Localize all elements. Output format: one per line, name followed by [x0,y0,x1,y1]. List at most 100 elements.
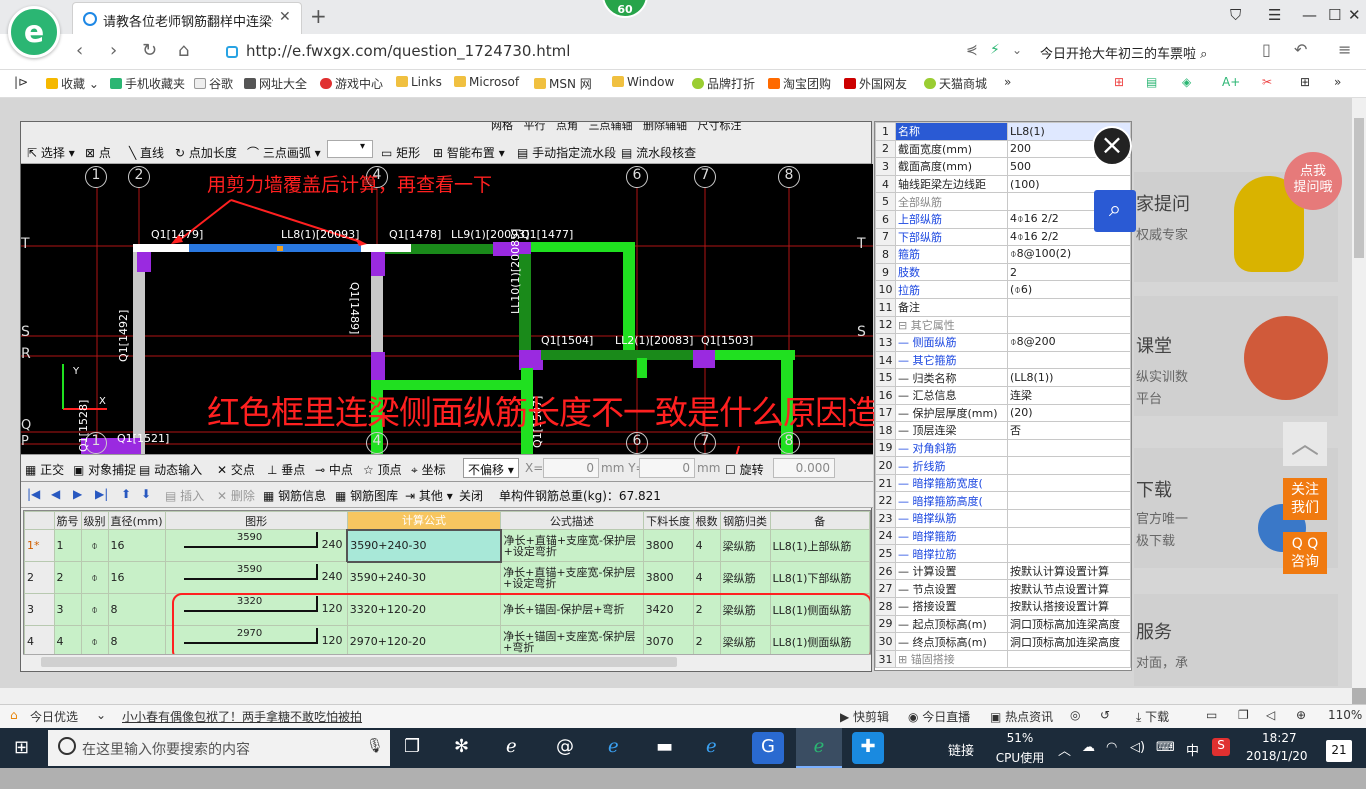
property-row[interactable]: 18— 顶层连梁否 [875,421,1131,440]
search-icon[interactable]: ⌕ [1200,47,1207,62]
property-row[interactable]: 23— 暗撑纵筋 [875,509,1131,528]
property-value[interactable]: 按默认计算设置计算 [1007,561,1131,581]
arc-mode-select[interactable]: ▾ [327,140,373,158]
tray-arrow-icon[interactable]: ︿ [1058,740,1071,780]
property-row[interactable]: 5 全部纵筋 [875,192,1131,211]
bookmark-mobile[interactable]: 手机收藏夹 [110,75,185,92]
property-row[interactable]: 16— 汇总信息 连梁 [875,385,1131,405]
grid-apps-icon[interactable]: ⊞ [1300,75,1310,89]
ie-app-icon[interactable]: ℯ [506,736,517,776]
property-value[interactable]: 否 [1007,421,1131,440]
hot-news-button[interactable]: ▣ 热点资讯 [990,708,1053,725]
browser-tab[interactable]: 请教各位老师钢筋翻样中连梁侧面 ✕ [72,2,302,34]
cell-level[interactable]: ⌽ [80,625,109,657]
property-value[interactable] [1007,544,1131,563]
clock-date[interactable]: 2018/1/20 [1246,749,1308,789]
midpoint-snap[interactable]: ⊸ 中点 [315,461,353,478]
bookmark-games[interactable]: 游戏中心 [320,75,383,92]
zoom-icon[interactable]: ⊕ [1296,708,1306,722]
col-note[interactable]: 备 [769,511,870,530]
property-row[interactable]: 6 上部纵筋 4⌽16 2/2 [875,209,1131,229]
cell-description[interactable]: 净长+直锚+支座宽-保护层+设定弯折 [500,561,644,594]
page-scrollbar-thumb[interactable] [1354,118,1364,258]
task-view-icon[interactable]: ❐ [404,736,420,776]
back-icon[interactable]: ‹ [76,40,83,61]
object-snap-toggle[interactable]: ▣ 对象捕捉 [73,461,136,478]
cell-category[interactable]: 梁纵筋 [719,529,771,562]
new-tab-button[interactable]: + [310,4,327,28]
property-value[interactable]: ⌽8@200 [1007,333,1131,352]
property-row[interactable]: 11 备注 [875,297,1131,317]
property-value[interactable] [1007,350,1131,370]
property-value[interactable] [1007,315,1131,335]
more-menu-icon[interactable]: ≡ [1338,40,1351,59]
x-input[interactable]: 0 [543,458,599,478]
bookmark-hao[interactable]: 网址大全 [244,75,307,92]
property-row[interactable]: 26— 计算设置 按默认计算设置计算 [875,561,1131,581]
cross-app-icon[interactable]: ✚ [852,732,884,764]
property-row[interactable]: 1 名称 LL8(1) [875,122,1131,141]
restore-icon[interactable]: ↺ [1100,708,1110,722]
property-value[interactable] [1007,438,1131,458]
col-count[interactable]: 根数 [692,511,721,530]
property-row[interactable]: 17— 保护层厚度(mm) (20) [875,403,1131,423]
tool-3pt-axis[interactable]: 三点辅轴 [589,122,633,132]
property-value[interactable]: 洞口顶标高加连梁高度 [1007,632,1131,651]
cell-formula[interactable]: 3590+240-30 [346,561,502,594]
translate-icon[interactable]: A+ [1222,75,1240,89]
quick-edit-button[interactable]: ▶ 快剪辑 [840,708,889,725]
ortho-toggle[interactable]: ▦ 正交 [25,461,64,478]
today-picks[interactable]: 今日优选 [30,708,78,725]
bookmark-tmall[interactable]: 天猫商城 [924,75,987,92]
cell-shape[interactable]: 3590 240 [164,561,348,594]
cell-count[interactable]: 4 [692,561,721,594]
cell-note[interactable]: LL8(1)下部纵筋 [769,561,870,594]
download-button[interactable]: ⤓ 下载 [1136,708,1169,725]
tool-parallel[interactable]: 平行 [524,122,546,132]
fan-app-icon[interactable]: ✻ [454,736,469,776]
property-row[interactable]: 12 ⊟ 其它属性 [875,315,1131,335]
close-button[interactable]: 关闭 [459,487,483,504]
grid-hscroll-thumb[interactable] [41,657,677,667]
lightning-icon[interactable]: ⚡ [990,42,1000,58]
property-value[interactable]: (⌽6) [1007,280,1131,299]
cell-diameter[interactable]: 16 [107,529,166,562]
property-value[interactable]: (20) [1007,403,1131,423]
property-row[interactable]: 28— 搭接设置 按默认搭接设置计算 [875,597,1131,616]
manual-segment-tool[interactable]: ▤ 手动指定流水段 [517,144,616,161]
property-value[interactable]: (LL8(1)) [1007,368,1131,387]
minimize-icon[interactable]: — [1302,6,1317,24]
property-row[interactable]: 31 ⊞ 锚固搭接 [875,649,1131,669]
close-image-icon[interactable]: × [1092,126,1132,166]
property-row[interactable]: 19— 对角斜筋 [875,438,1131,458]
glodon-app-icon[interactable]: G [752,732,784,764]
property-value[interactable] [1007,473,1131,493]
y-input[interactable]: 0 [639,458,695,478]
cell-count[interactable]: 4 [692,529,721,562]
home-icon[interactable]: ⌂ [178,40,189,61]
segment-check-tool[interactable]: ▤ 流水段核查 [621,144,696,161]
book-icon[interactable]: ▤ [1146,75,1157,89]
property-value[interactable] [1007,526,1131,546]
property-row[interactable]: 27— 节点设置 按默认节点设置计算 [875,579,1131,599]
property-row[interactable]: 25— 暗撑拉筋 [875,544,1131,563]
cad-drawing-canvas[interactable]: Y X 1 2 4 6 7 8 1 4 6 7 8 T S R Q P T S … [21,164,976,649]
property-row[interactable]: 15— 归类名称 (LL8(1)) [875,368,1131,387]
taskbar-search[interactable]: 在这里输入你要搜索的内容 🎙 [48,730,390,766]
prev-record-icon[interactable]: ◀ [51,487,60,501]
service-card[interactable]: 服务 对面，承 [1134,594,1338,686]
dropdown-icon[interactable]: ⌄ [1012,43,1022,57]
next-record-icon[interactable]: ▶ [73,487,82,501]
cell-category[interactable]: 梁纵筋 [719,561,771,594]
back-to-top-button[interactable]: ︿ [1283,422,1327,466]
cell-diameter[interactable]: 8 [107,625,166,657]
forward-icon[interactable]: › [110,40,117,61]
property-value[interactable]: 2 [1007,262,1131,282]
other-menu-button[interactable]: ⇥ 其他 ▾ [405,487,453,504]
qq-consult-button[interactable]: Q Q 咨询 [1283,532,1327,574]
bookmark-foreign[interactable]: 外国网友 [844,75,907,92]
ask-sticker[interactable]: 点我 提问哦 [1284,152,1342,210]
share-icon[interactable]: ⋞ [966,42,978,58]
last-record-icon[interactable]: ▶| [95,487,108,501]
cell-shape[interactable]: 3590 240 [164,529,348,562]
